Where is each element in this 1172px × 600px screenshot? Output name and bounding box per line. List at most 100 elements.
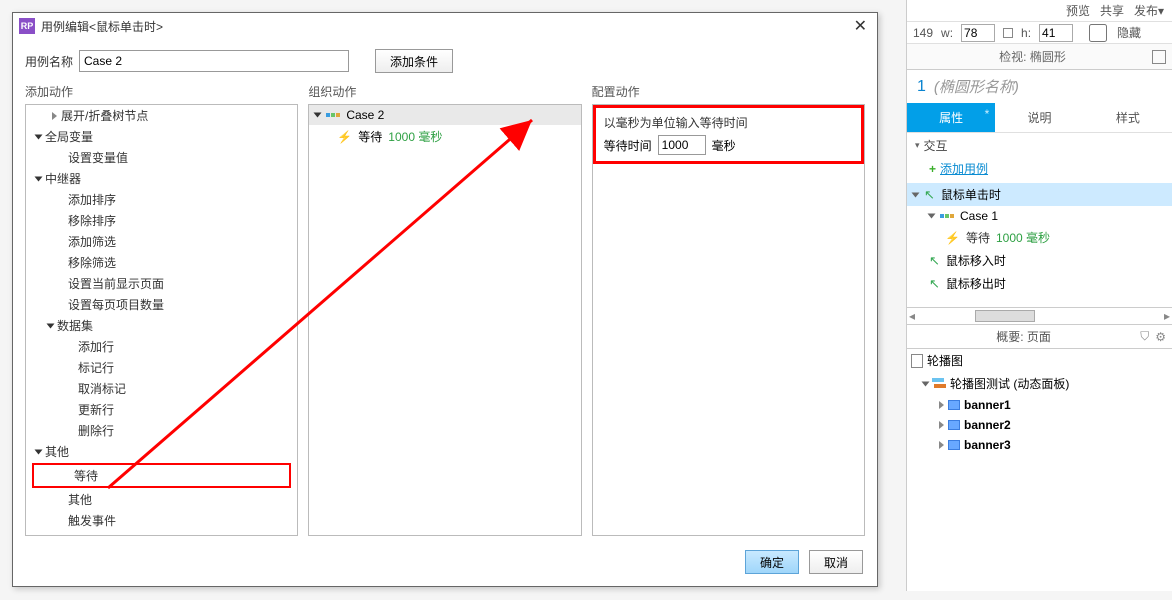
tab-style[interactable]: 样式 bbox=[1084, 103, 1172, 132]
gear-icon[interactable]: ⚙ bbox=[1155, 330, 1166, 344]
scroll-thumb[interactable] bbox=[975, 310, 1035, 322]
add-condition-button[interactable]: 添加条件 bbox=[375, 49, 453, 73]
cancel-button[interactable]: 取消 bbox=[809, 550, 863, 574]
dialog-footer: 确定 取消 bbox=[13, 542, 877, 586]
inspector-header: 检视: 椭圆形 bbox=[907, 44, 1172, 70]
case-editor-dialog: RP 用例编辑<鼠标单击时> ✕ 用例名称 添加条件 添加动作 展开/折叠树节点… bbox=[12, 12, 878, 587]
tree-add-row[interactable]: 添加行 bbox=[26, 336, 297, 357]
flow-icon bbox=[940, 214, 954, 218]
add-action-column: 添加动作 展开/折叠树节点 全局变量 设置变量值 中继器 添加排序 移除排序 添… bbox=[25, 81, 298, 536]
case-name-input[interactable] bbox=[79, 50, 349, 72]
dialog-title: 用例编辑<鼠标单击时> bbox=[41, 18, 850, 35]
config-highlight-box: 以毫秒为单位输入等待时间 等待时间 毫秒 bbox=[593, 105, 864, 164]
page-icon[interactable] bbox=[1152, 50, 1166, 64]
event-click[interactable]: ↖ 鼠标单击时 bbox=[907, 183, 1172, 206]
shape-name-placeholder[interactable]: (椭圆形名称) bbox=[934, 76, 1019, 97]
case-name-row: 用例名称 添加条件 bbox=[13, 39, 877, 77]
outline-banner3[interactable]: banner3 bbox=[907, 435, 1172, 455]
mouse-in-icon: ↖ bbox=[929, 253, 940, 269]
organize-wait-row[interactable]: ⚡ 等待 1000 毫秒 bbox=[309, 125, 580, 148]
outline-header: 概要: 页面 ⛉ ⚙ bbox=[907, 325, 1172, 349]
state-icon bbox=[948, 420, 960, 430]
menu-preview[interactable]: 预览 bbox=[1066, 2, 1090, 19]
outline-banner2[interactable]: banner2 bbox=[907, 415, 1172, 435]
event-mouse-out[interactable]: ↖ 鼠标移出时 bbox=[907, 272, 1172, 295]
section-interaction[interactable]: ▾交互 bbox=[907, 133, 1172, 158]
chevron-down-icon bbox=[47, 323, 55, 328]
event-mouse-in[interactable]: ↖ 鼠标移入时 bbox=[907, 249, 1172, 272]
tree-update-row[interactable]: 更新行 bbox=[26, 399, 297, 420]
chevron-right-icon bbox=[939, 421, 944, 429]
menu-share[interactable]: 共享 bbox=[1100, 2, 1124, 19]
wait-time-unit: 毫秒 bbox=[712, 137, 736, 154]
filter-icon[interactable]: ⛉ bbox=[1140, 329, 1149, 344]
chevron-right-icon bbox=[939, 441, 944, 449]
page-icon bbox=[911, 354, 923, 368]
tree-other-group[interactable]: 其他 bbox=[26, 441, 297, 462]
h-label: h: bbox=[1021, 26, 1031, 40]
ok-button[interactable]: 确定 bbox=[745, 550, 799, 574]
outline-carousel-test[interactable]: 轮播图测试 (动态面板) bbox=[907, 372, 1172, 395]
tree-mark-row[interactable]: 标记行 bbox=[26, 357, 297, 378]
close-icon[interactable]: ✕ bbox=[850, 16, 871, 36]
tree-repeater[interactable]: 中继器 bbox=[26, 168, 297, 189]
outline-banner1[interactable]: banner1 bbox=[907, 395, 1172, 415]
state-icon bbox=[948, 400, 960, 410]
tree-set-items-per-page[interactable]: 设置每页项目数量 bbox=[26, 294, 297, 315]
add-case-link[interactable]: +添加用例 bbox=[907, 158, 1172, 183]
wait-time-input[interactable] bbox=[658, 135, 706, 155]
tree-expand-collapse[interactable]: 展开/折叠树节点 bbox=[26, 105, 297, 126]
width-input[interactable] bbox=[961, 24, 995, 42]
height-input[interactable] bbox=[1039, 24, 1073, 42]
dialog-titlebar: RP 用例编辑<鼠标单击时> ✕ bbox=[13, 13, 877, 39]
mouse-click-icon: ↖ bbox=[924, 187, 935, 203]
tree-set-current-page[interactable]: 设置当前显示页面 bbox=[26, 273, 297, 294]
shape-name-row: 1 (椭圆形名称) bbox=[907, 70, 1172, 103]
chevron-right-icon bbox=[52, 112, 57, 120]
inspector-tabs: 属性* 说明 样式 bbox=[907, 103, 1172, 133]
app-logo-icon: RP bbox=[19, 18, 35, 34]
horizontal-scrollbar[interactable]: ◂ ▸ bbox=[907, 307, 1172, 325]
config-action-box: 以毫秒为单位输入等待时间 等待时间 毫秒 bbox=[592, 104, 865, 536]
config-action-header: 配置动作 bbox=[592, 81, 865, 104]
tree-add-sort[interactable]: 添加排序 bbox=[26, 189, 297, 210]
hidden-checkbox[interactable]: 隐藏 bbox=[1081, 24, 1141, 42]
tree-unmark-row[interactable]: 取消标记 bbox=[26, 378, 297, 399]
organize-action-list: Case 2 ⚡ 等待 1000 毫秒 bbox=[308, 104, 581, 536]
dimension-toolbar: 149 w: h: 隐藏 bbox=[907, 22, 1172, 44]
lock-aspect-icon[interactable] bbox=[1003, 28, 1013, 38]
tree-wait-highlighted[interactable]: 等待 bbox=[32, 463, 291, 488]
add-action-tree: 展开/折叠树节点 全局变量 设置变量值 中继器 添加排序 移除排序 添加筛选 移… bbox=[25, 104, 298, 536]
outline-carousel[interactable]: 轮播图 bbox=[907, 349, 1172, 372]
chevron-down-icon bbox=[928, 214, 936, 219]
background-menu-hints bbox=[0, 0, 906, 12]
tab-notes[interactable]: 说明 bbox=[995, 103, 1083, 132]
tree-dataset[interactable]: 数据集 bbox=[26, 315, 297, 336]
chevron-down-icon bbox=[35, 449, 43, 454]
wait-action-row[interactable]: ⚡ 等待 1000 毫秒 bbox=[907, 226, 1172, 249]
config-action-column: 配置动作 以毫秒为单位输入等待时间 等待时间 毫秒 bbox=[592, 81, 865, 536]
chevron-down-icon bbox=[912, 192, 920, 197]
tree-set-var[interactable]: 设置变量值 bbox=[26, 147, 297, 168]
outline-title: 概要: 页面 bbox=[913, 328, 1134, 345]
tree-remove-filter[interactable]: 移除筛选 bbox=[26, 252, 297, 273]
state-icon bbox=[948, 440, 960, 450]
organize-action-column: 组织动作 Case 2 ⚡ 等待 1000 毫秒 bbox=[308, 81, 581, 536]
tree-trigger-event[interactable]: 触发事件 bbox=[26, 510, 297, 531]
tree-delete-row[interactable]: 删除行 bbox=[26, 420, 297, 441]
inspector-title: 检视: 椭圆形 bbox=[913, 48, 1152, 65]
flow-icon bbox=[326, 113, 340, 117]
tree-remove-sort[interactable]: 移除排序 bbox=[26, 210, 297, 231]
case-1-row[interactable]: Case 1 bbox=[907, 206, 1172, 226]
mouse-out-icon: ↖ bbox=[929, 276, 940, 292]
tree-other[interactable]: 其他 bbox=[26, 489, 297, 510]
organize-case-row[interactable]: Case 2 bbox=[309, 105, 580, 125]
tab-properties[interactable]: 属性* bbox=[907, 103, 995, 132]
background-inspector-panel: 预览 共享 发布▾ 149 w: h: 隐藏 检视: 椭圆形 1 (椭圆形名称)… bbox=[906, 0, 1172, 591]
w-label: w: bbox=[941, 26, 953, 40]
tree-add-filter[interactable]: 添加筛选 bbox=[26, 231, 297, 252]
organize-action-header: 组织动作 bbox=[308, 81, 581, 104]
tree-global-var[interactable]: 全局变量 bbox=[26, 126, 297, 147]
shape-number: 1 bbox=[917, 78, 926, 96]
menu-publish[interactable]: 发布▾ bbox=[1134, 2, 1164, 19]
